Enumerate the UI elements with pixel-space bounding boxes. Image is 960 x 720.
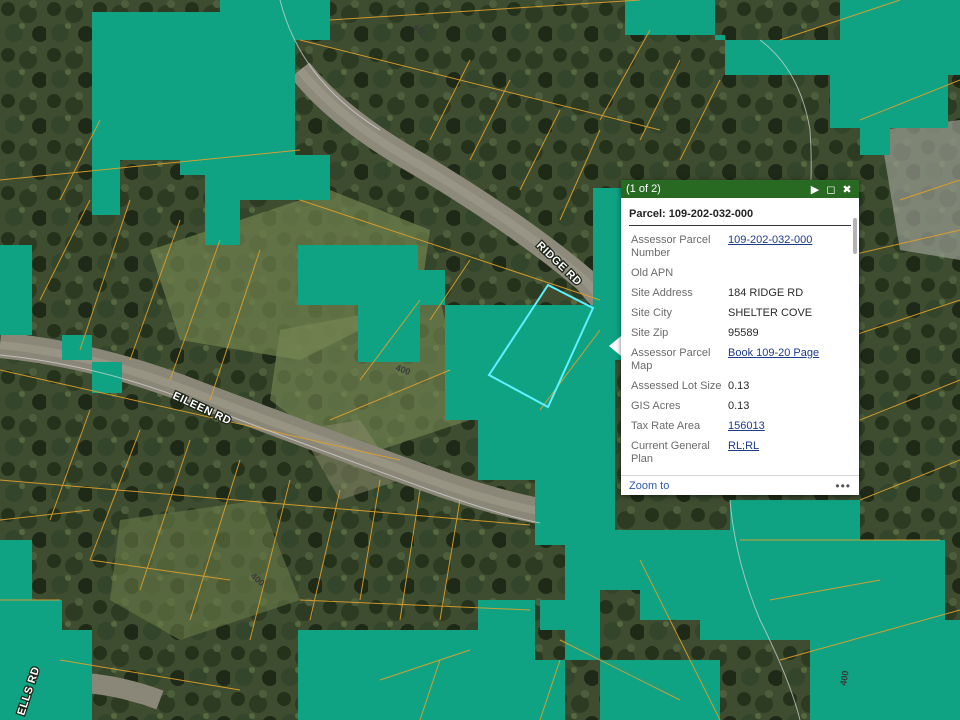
attr-label: Assessor Parcel Map <box>631 347 711 372</box>
attr-row: Assessed Lot Size 0.13 <box>629 378 844 398</box>
apn-link[interactable]: 109-202-032-000 <box>728 234 812 246</box>
attr-value: 0.13 <box>728 400 750 412</box>
popup-footer: Zoom to ••• <box>621 475 859 496</box>
attribute-table: Assessor Parcel Number 109-202-032-000 O… <box>629 232 844 471</box>
attr-row: Assessor Parcel Number 109-202-032-000 <box>629 232 844 265</box>
play-icon[interactable]: ▶ <box>807 183 823 196</box>
popup-pointer <box>609 336 621 356</box>
popup-body[interactable]: Parcel: 109-202-032-000 Assessor Parcel … <box>621 198 859 475</box>
attr-label: Old APN <box>631 267 674 279</box>
maximize-icon[interactable]: ◻ <box>823 183 839 196</box>
attr-row: Assessor Parcel Map Book 109-20 Page <box>629 345 844 378</box>
attr-label: Site Address <box>631 287 693 299</box>
close-icon[interactable]: ✖ <box>839 183 855 196</box>
attr-value: SHELTER COVE <box>728 307 813 319</box>
attr-value: 0.13 <box>728 380 750 392</box>
parcel-popup: (1 of 2) ▶ ◻ ✖ Parcel: 109-202-032-000 A… <box>621 180 859 495</box>
attr-label: Current General Plan <box>631 440 710 465</box>
attr-row: Site Address 184 RIDGE RD <box>629 285 844 305</box>
attr-row: Site Zip 95589 <box>629 325 844 345</box>
tax-rate-link[interactable]: 156013 <box>728 420 765 432</box>
attr-row: GIS Acres 0.13 <box>629 398 844 418</box>
attr-row: Tax Rate Area 156013 <box>629 418 844 438</box>
general-plan-link[interactable]: RL;RL <box>728 440 759 452</box>
popup-header: (1 of 2) ▶ ◻ ✖ <box>621 180 859 198</box>
attr-label: Assessed Lot Size <box>631 380 722 392</box>
popup-title: Parcel: 109-202-032-000 <box>629 208 851 226</box>
attr-row: Current General Plan RL;RL <box>629 438 844 471</box>
feature-count: (1 of 2) <box>626 183 661 195</box>
attr-value: 95589 <box>728 327 759 339</box>
attr-label: Site Zip <box>631 327 669 339</box>
parcel-map-link[interactable]: Book 109-20 Page <box>728 347 819 359</box>
attr-label: Assessor Parcel Number <box>631 234 711 259</box>
zoom-to-link[interactable]: Zoom to <box>629 480 835 492</box>
attr-label: GIS Acres <box>631 400 681 412</box>
attr-label: Tax Rate Area <box>631 420 701 432</box>
attr-value <box>726 265 844 285</box>
attr-row: Old APN <box>629 265 844 285</box>
attr-value: 184 RIDGE RD <box>728 287 804 299</box>
more-options-icon[interactable]: ••• <box>835 479 851 493</box>
attr-row: Site City SHELTER COVE <box>629 305 844 325</box>
attr-label: Site City <box>631 307 672 319</box>
popup-scrollbar[interactable] <box>853 218 857 254</box>
